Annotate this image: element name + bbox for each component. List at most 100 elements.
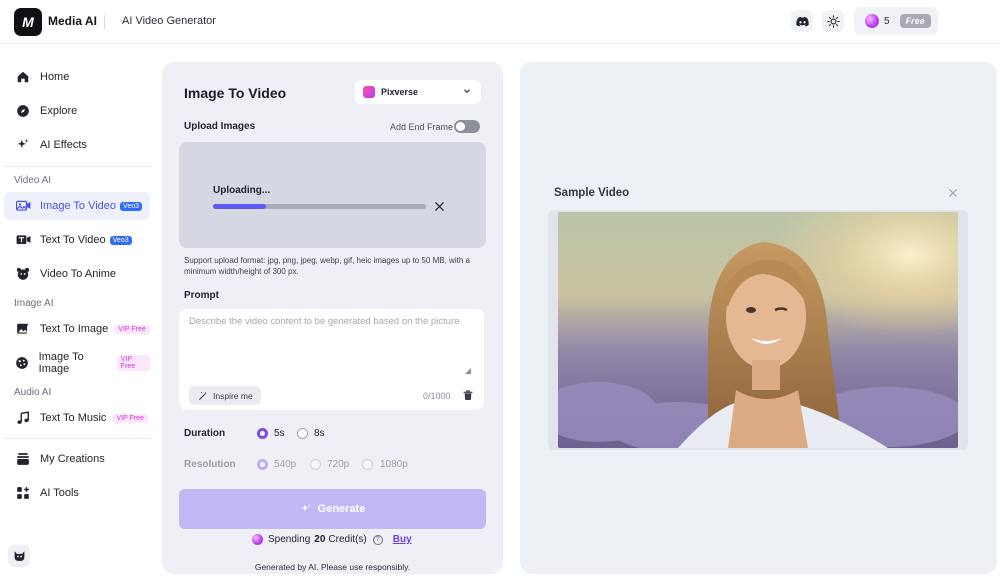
anime-icon (15, 266, 31, 282)
sidebar-item-label: AI Effects (40, 139, 87, 151)
prompt-label: Prompt (184, 290, 219, 301)
header-divider (104, 15, 105, 29)
sidebar-item-label: Text To Music (40, 412, 107, 424)
prompt-container: Inspire me 0/1000 (179, 309, 484, 410)
upload-images-label: Upload Images (184, 121, 256, 132)
discord-button[interactable] (791, 10, 813, 32)
sidebar-divider (4, 438, 150, 439)
sample-video-player[interactable] (558, 212, 958, 448)
model-select[interactable]: Pixverse (355, 80, 481, 104)
resolution-radio-540p[interactable] (257, 459, 268, 470)
buy-link[interactable]: Buy (393, 534, 412, 545)
upload-progress-fill (213, 204, 267, 209)
upload-format-hint: Support upload format: jpg, png, jpeg, w… (184, 256, 470, 276)
cancel-upload-button[interactable] (432, 199, 446, 213)
plan-badge: Free (899, 14, 931, 28)
inspire-me-label: Inspire me (213, 390, 253, 401)
image-image-icon (15, 355, 30, 371)
clear-prompt-button[interactable] (462, 389, 474, 401)
compass-icon (15, 103, 31, 119)
page-label: AI Video Generator (122, 15, 216, 27)
resize-grip-icon[interactable] (465, 368, 471, 374)
ai-disclaimer: Generated by AI. Please use responsibly. (254, 562, 411, 572)
sidebar-item-image-to-video[interactable]: Image To Video Veo3 (4, 192, 150, 220)
vip-free-tag: VIP Free (114, 324, 150, 334)
sidebar-item-text-to-music[interactable]: Text To Music VIP Free (4, 404, 150, 432)
sidebar-item-ai-effects[interactable]: AI Effects (4, 131, 150, 159)
brand-name: Media AI (48, 14, 97, 28)
credits-count: 5 (884, 15, 890, 27)
end-frame-toggle[interactable] (454, 120, 480, 133)
vip-free-tag: VIP Free (116, 355, 150, 371)
duration-radio-8s[interactable] (297, 428, 308, 439)
veo3-tag: Veo3 (120, 201, 143, 211)
credits-pill[interactable]: 5 Free (854, 7, 938, 35)
resolution-radio-720p[interactable] (310, 459, 321, 470)
sample-video-thumbnail (558, 212, 958, 448)
credit-gem-icon (865, 14, 879, 28)
sun-icon (826, 14, 840, 28)
sidebar-divider (4, 166, 150, 167)
sidebar-item-label: Image To Video (40, 200, 117, 212)
close-icon (434, 201, 444, 211)
duration-radio-5s[interactable] (257, 428, 268, 439)
spending-info: Spending 20 Credit(s) ? Buy (252, 534, 412, 545)
inspire-me-button[interactable]: Inspire me (189, 386, 261, 405)
sidebar-item-label: Text To Image (40, 323, 109, 335)
generate-label: Generate (317, 503, 366, 515)
grid-plus-icon (15, 485, 31, 501)
sample-video-title: Sample Video (554, 187, 630, 199)
add-end-frame-label: Add End Frame (390, 122, 454, 132)
resolution-option-label: 540p (274, 459, 297, 470)
sidebar-item-image-to-image[interactable]: Image To Image VIP Free (4, 349, 150, 377)
spending-suffix: Credit(s) (328, 534, 367, 545)
credit-gem-icon (252, 534, 263, 545)
sidebar-item-explore[interactable]: Explore (4, 97, 150, 125)
chevron-down-icon (464, 89, 470, 94)
sidebar-item-video-to-anime[interactable]: Video To Anime (4, 260, 150, 288)
spending-amount: 20 (314, 534, 326, 545)
preview-panel: Sample Video (520, 62, 997, 574)
spending-prefix: Spending (268, 534, 311, 545)
section-label-video-ai: Video AI (14, 175, 52, 186)
generate-button[interactable]: Generate (179, 489, 486, 529)
duration-option-label: 5s (274, 428, 285, 439)
sidebar-item-my-creations[interactable]: My Creations (4, 445, 150, 473)
resolution-radio-1080p[interactable] (362, 459, 373, 470)
sparkle-icon (301, 504, 311, 512)
sidebar-item-text-to-image[interactable]: Text To Image VIP Free (4, 315, 150, 343)
close-icon[interactable] (948, 188, 958, 198)
sidebar-item-home[interactable]: Home (4, 63, 150, 91)
generator-form: Image To Video Pixverse Upload Images Ad… (162, 62, 503, 574)
sidebar: Home Explore AI Effects Video AI Image T… (0, 44, 160, 588)
section-label-audio-ai: Audio AI (14, 387, 52, 398)
char-count: 0/1000 (423, 391, 451, 401)
home-icon (15, 69, 31, 85)
resolution-option-label: 1080p (380, 459, 408, 470)
help-icon[interactable]: ? (372, 534, 383, 545)
theme-toggle-button[interactable] (822, 10, 844, 32)
sidebar-item-label: AI Tools (40, 487, 79, 499)
model-select-value: Pixverse (381, 87, 419, 97)
uploading-status: Uploading... (213, 185, 271, 196)
section-label-image-ai: Image AI (14, 298, 54, 309)
pixverse-logo-icon (363, 86, 375, 98)
resolution-label: Resolution (184, 459, 236, 470)
upload-dropzone[interactable]: Uploading... (179, 142, 486, 248)
prompt-input[interactable] (189, 315, 471, 370)
sidebar-item-ai-tools[interactable]: AI Tools (4, 479, 150, 507)
sidebar-item-text-to-video[interactable]: Text To Video Veo3 (4, 226, 150, 254)
form-title: Image To Video (184, 85, 287, 101)
logo-icon[interactable]: M (14, 8, 42, 36)
stack-icon (15, 451, 31, 467)
discord-icon (795, 16, 809, 26)
text-image-icon (15, 321, 31, 337)
sidebar-item-label: Text To Video (40, 234, 106, 246)
sidebar-item-label: My Creations (40, 453, 105, 465)
assistant-button[interactable] (8, 545, 30, 567)
image-video-icon (15, 198, 31, 214)
top-header: M Media AI AI Video Generator 5 Free (0, 0, 1000, 44)
magic-wand-icon (199, 391, 207, 400)
sidebar-item-label: Video To Anime (40, 268, 117, 280)
sparkle-icon (15, 137, 31, 153)
